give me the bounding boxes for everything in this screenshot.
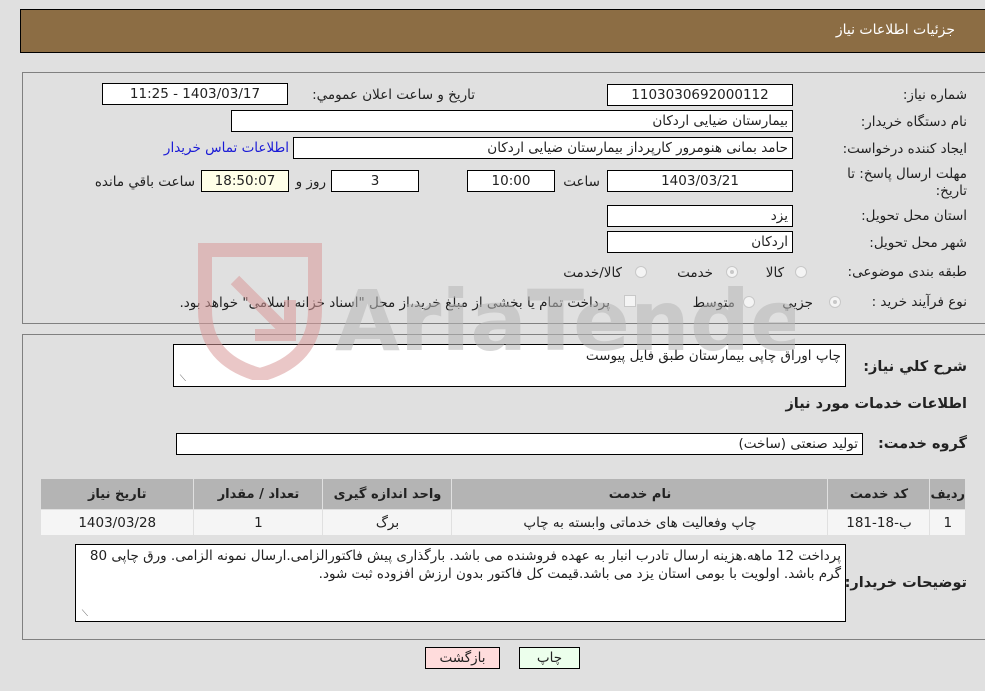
resize-grip-icon[interactable]: ⟋ (78, 609, 88, 619)
cell-unit: برگ (322, 509, 453, 536)
table-row: 1 ب-18-181 چاپ وفعالیت های خدماتی وابسته… (39, 509, 966, 536)
col-need-date: تاریخ نیاز (39, 478, 195, 510)
print-button[interactable]: چاپ (519, 647, 580, 669)
resize-grip-icon[interactable]: ⟋ (176, 374, 186, 384)
city-label: شهر محل تحویل: (869, 235, 967, 251)
services-section-title: اطلاعات خدمات مورد نیاز (785, 396, 967, 412)
city-field: اردکان (607, 231, 793, 253)
buyer-org-field: بیمارستان ضیایی اردکان (231, 110, 793, 132)
days-label: روز و (295, 174, 326, 190)
buyer-notes-label: توضیحات خریدار: (844, 575, 967, 591)
purchase-option-minor: جزیي (782, 295, 813, 311)
buyer-org-label: نام دستگاه خریدار: (860, 114, 967, 130)
purchase-option-medium: متوسط (692, 295, 735, 311)
buyer-notes-textarea[interactable]: پرداخت 12 ماهه.هزینه ارسال تادرب انبار ب… (75, 544, 846, 622)
col-row-number: ردیف (929, 478, 966, 510)
page-title: جزئیات اطلاعات نیاز (835, 22, 955, 38)
time-remaining-label: ساعت باقي مانده (94, 174, 195, 190)
buyer-contact-link[interactable]: اطلاعات تماس خریدار (164, 140, 289, 156)
cell-service-code: ب-18-181 (827, 509, 931, 536)
buyer-notes-text: پرداخت 12 ماهه.هزینه ارسال تادرب انبار ب… (89, 548, 841, 582)
back-button[interactable]: بازگشت (425, 647, 500, 669)
category-radio-goods-service[interactable] (635, 266, 647, 278)
requester-label: ایجاد کننده درخواست: (842, 141, 967, 157)
services-table: ردیف کد خدمت نام خدمت واحد اندازه گیری ت… (39, 478, 966, 536)
summary-textarea[interactable]: چاپ اوراق چاپی بیمارستان طبق فایل پیوست … (173, 344, 846, 387)
cell-need-date: 1403/03/28 (39, 509, 195, 536)
announce-datetime-field: 1403/03/17 - 11:25 (102, 83, 288, 105)
category-radio-service[interactable] (726, 266, 738, 278)
service-group-label: گروه خدمت: (877, 436, 967, 452)
cell-row-number: 1 (929, 509, 966, 536)
category-option-goods-service: کالا/خدمت (563, 265, 622, 281)
deadline-date-field: 1403/03/21 (607, 170, 793, 192)
summary-text: چاپ اوراق چاپی بیمارستان طبق فایل پیوست (585, 348, 841, 364)
deadline-label: مهلت ارسال پاسخ: تا تاریخ: (847, 166, 967, 199)
requester-field: حامد بمانی هنومرور کارپرداز بیمارستان ضی… (293, 137, 793, 159)
category-option-service: خدمت (677, 265, 713, 281)
treasury-note: پرداخت تمام یا بخشی از مبلغ خرید،از محل … (179, 295, 610, 311)
service-group-field: تولید صنعتی (ساخت) (176, 433, 863, 455)
purchase-type-label: نوع فرآیند خرید : (871, 294, 967, 310)
cell-quantity: 1 (193, 509, 324, 536)
deadline-time-label: ساعت (563, 174, 600, 190)
col-quantity: تعداد / مقدار (193, 478, 324, 510)
province-field: یزد (607, 205, 793, 227)
deadline-time-field: 10:00 (467, 170, 555, 192)
need-number-field: 1103030692000112 (607, 84, 793, 106)
province-label: استان محل تحویل: (861, 208, 967, 224)
time-remaining-field: 18:50:07 (201, 170, 289, 192)
col-unit: واحد اندازه گیری (322, 478, 453, 510)
days-remaining-field: 3 (331, 170, 419, 192)
table-header-row: ردیف کد خدمت نام خدمت واحد اندازه گیری ت… (39, 478, 966, 510)
category-label: طبقه بندی موضوعی: (847, 264, 967, 280)
cell-service-name: چاپ وفعالیت های خدماتی وابسته به چاپ (451, 509, 829, 536)
purchase-radio-medium[interactable] (743, 296, 755, 308)
col-service-name: نام خدمت (451, 478, 829, 510)
need-number-label: شماره نیاز: (902, 87, 967, 103)
col-service-code: کد خدمت (827, 478, 931, 510)
category-radio-goods[interactable] (795, 266, 807, 278)
summary-label: شرح كلي نیاز: (863, 359, 967, 375)
treasury-checkbox[interactable] (624, 295, 636, 307)
announce-datetime-label: تاریخ و ساعت اعلان عمومي: (312, 87, 475, 103)
category-option-goods: کالا (765, 265, 784, 281)
purchase-radio-minor[interactable] (829, 296, 841, 308)
page-header: جزئیات اطلاعات نیاز (20, 9, 985, 53)
